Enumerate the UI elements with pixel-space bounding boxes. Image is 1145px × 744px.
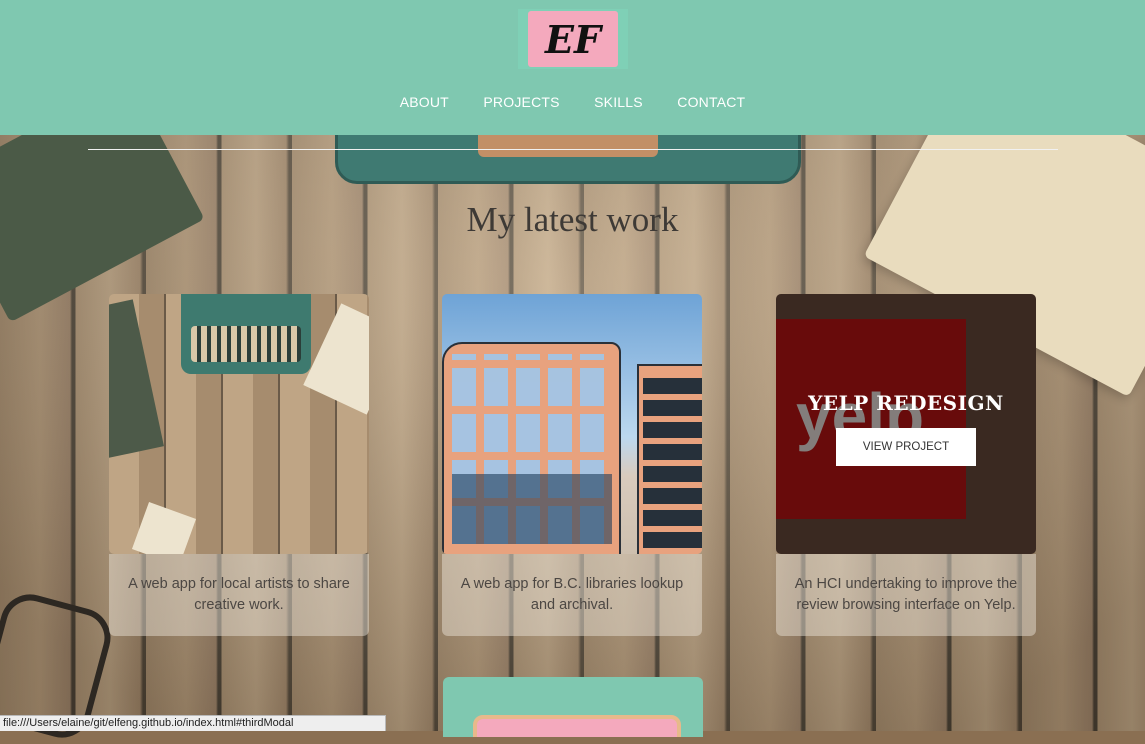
project-thumbnail[interactable]: [442, 294, 702, 554]
project-card-libraries[interactable]: A web app for B.C. libraries lookup and …: [442, 294, 702, 636]
project-card-peek[interactable]: [443, 677, 703, 737]
project-thumbnail[interactable]: [109, 294, 369, 554]
nav-skills[interactable]: SKILLS: [594, 94, 643, 110]
logo-icon: EF: [528, 11, 618, 67]
view-project-button[interactable]: VIEW PROJECT: [836, 428, 976, 466]
project-description: A web app for B.C. libraries lookup and …: [442, 554, 702, 636]
main-nav: ABOUT PROJECTS SKILLS CONTACT: [0, 94, 1145, 112]
project-card-yelp[interactable]: yelp YELP REDESIGN VIEW PROJECT An HCI u…: [776, 294, 1036, 636]
section-title: My latest work: [466, 200, 679, 239]
nav-about[interactable]: ABOUT: [400, 94, 449, 110]
nav-projects[interactable]: PROJECTS: [483, 94, 559, 110]
nav-contact[interactable]: CONTACT: [677, 94, 745, 110]
hover-overlay: [776, 294, 1036, 554]
project-thumbnail: [473, 715, 681, 737]
section-divider: [88, 149, 1058, 150]
browser-status-bar: file:///Users/elaine/git/elfeng.github.i…: [0, 715, 386, 731]
site-header: EF ABOUT PROJECTS SKILLS CONTACT: [0, 0, 1145, 135]
project-description: An HCI undertaking to improve the review…: [776, 554, 1036, 636]
project-title: YELP REDESIGN: [808, 391, 1004, 415]
project-thumbnail[interactable]: yelp YELP REDESIGN VIEW PROJECT: [776, 294, 1036, 554]
project-card-artists[interactable]: A web app for local artists to share cre…: [109, 294, 369, 636]
logo-link[interactable]: EF: [518, 9, 628, 69]
project-description: A web app for local artists to share cre…: [109, 554, 369, 636]
